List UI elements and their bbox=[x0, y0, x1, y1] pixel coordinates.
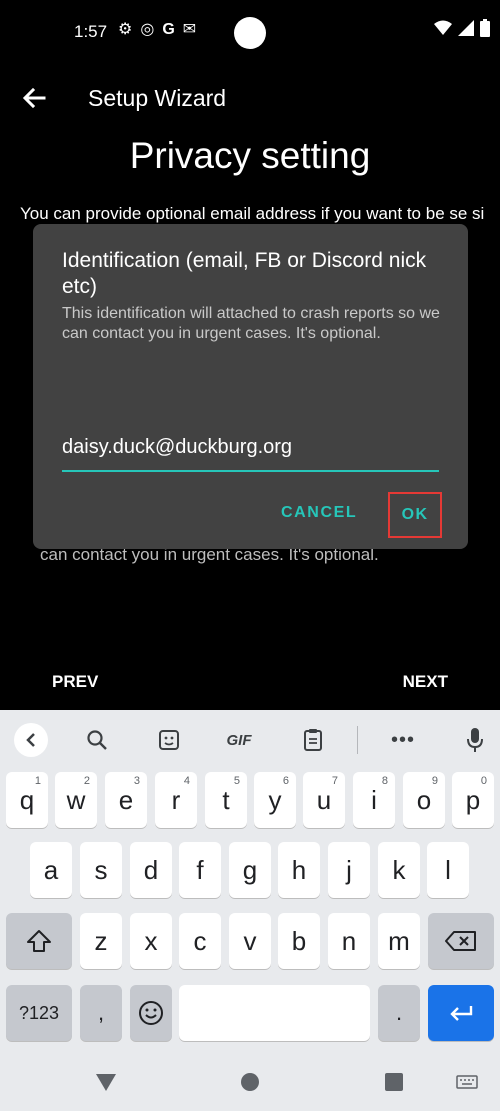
status-bar: 1:57 ⚙ ◎ G ✉ bbox=[0, 0, 500, 64]
emoji-key[interactable] bbox=[130, 985, 172, 1041]
status-system-icons bbox=[434, 19, 490, 37]
space-key[interactable] bbox=[179, 985, 370, 1041]
backspace-icon bbox=[445, 931, 476, 951]
key-x[interactable]: x bbox=[130, 913, 172, 969]
backspace-key[interactable] bbox=[428, 913, 494, 969]
google-icon: G bbox=[162, 21, 175, 38]
key-a[interactable]: a bbox=[30, 842, 72, 898]
key-y[interactable]: y6 bbox=[254, 772, 296, 828]
key-o[interactable]: o9 bbox=[403, 772, 445, 828]
soft-keyboard: GIF ••• q1 w2 e3 r4 t5 y6 u7 i8 o9 p0 a … bbox=[0, 710, 500, 1055]
shift-arrow-icon bbox=[27, 930, 51, 952]
key-l[interactable]: l bbox=[427, 842, 469, 898]
toolbar-divider bbox=[357, 726, 358, 754]
keyboard-voice-button[interactable] bbox=[458, 723, 492, 757]
nav-back-icon[interactable] bbox=[95, 1072, 117, 1092]
key-k[interactable]: k bbox=[378, 842, 420, 898]
key-q[interactable]: q1 bbox=[6, 772, 48, 828]
key-g[interactable]: g bbox=[229, 842, 271, 898]
gear-icon: ⚙ bbox=[118, 21, 133, 38]
prev-button[interactable]: PREV bbox=[52, 672, 98, 692]
gmail-icon: ✉ bbox=[182, 21, 197, 38]
identification-dialog: Identification (email, FB or Discord nic… bbox=[33, 224, 468, 549]
key-v[interactable]: v bbox=[229, 913, 271, 969]
keyboard-gif-button[interactable]: GIF bbox=[222, 723, 256, 757]
wifi-icon bbox=[434, 20, 452, 35]
key-b[interactable]: b bbox=[278, 913, 320, 969]
nav-recents-icon[interactable] bbox=[384, 1072, 404, 1092]
back-arrow-icon[interactable] bbox=[18, 82, 50, 114]
status-time: 1:57 bbox=[74, 22, 108, 41]
more-icon: ••• bbox=[390, 728, 415, 751]
signal-icon bbox=[458, 20, 474, 36]
key-j[interactable]: j bbox=[328, 842, 370, 898]
nav-home-icon[interactable] bbox=[240, 1072, 260, 1092]
battery-icon bbox=[480, 19, 490, 37]
keyboard-toolbar: GIF ••• bbox=[0, 710, 500, 768]
key-m[interactable]: m bbox=[378, 913, 420, 969]
key-d[interactable]: d bbox=[130, 842, 172, 898]
emoji-icon bbox=[139, 1001, 163, 1025]
key-p[interactable]: p0 bbox=[452, 772, 494, 828]
key-r[interactable]: r4 bbox=[155, 772, 197, 828]
key-z[interactable]: z bbox=[80, 913, 122, 969]
key-n[interactable]: n bbox=[328, 913, 370, 969]
enter-arrow-icon bbox=[450, 1006, 473, 1021]
camera-cutout bbox=[234, 17, 266, 49]
key-f[interactable]: f bbox=[179, 842, 221, 898]
key-e[interactable]: e3 bbox=[105, 772, 147, 828]
next-button[interactable]: NEXT bbox=[403, 672, 448, 692]
keyboard-sticker-button[interactable] bbox=[152, 723, 186, 757]
key-w[interactable]: w2 bbox=[55, 772, 97, 828]
key-h[interactable]: h bbox=[278, 842, 320, 898]
key-u[interactable]: u7 bbox=[303, 772, 345, 828]
key-s[interactable]: s bbox=[80, 842, 122, 898]
shift-key[interactable] bbox=[6, 913, 72, 969]
enter-key[interactable] bbox=[428, 985, 494, 1041]
key-t[interactable]: t5 bbox=[205, 772, 247, 828]
keyboard-search-button[interactable] bbox=[80, 723, 114, 757]
microphone-icon bbox=[467, 728, 483, 752]
intro-text: You can provide optional email address i… bbox=[20, 204, 485, 223]
symbols-key[interactable]: ?123 bbox=[6, 985, 72, 1041]
identification-input[interactable]: daisy.duck@duckburg.org bbox=[62, 436, 439, 472]
cancel-button[interactable]: CANCEL bbox=[281, 504, 357, 522]
keyboard-switch-icon[interactable] bbox=[456, 1075, 478, 1089]
keyboard-clipboard-button[interactable] bbox=[296, 723, 330, 757]
comma-key[interactable]: , bbox=[80, 985, 122, 1041]
keyboard-more-button[interactable]: ••• bbox=[386, 723, 420, 757]
dialog-message: This identification will attached to cra… bbox=[62, 305, 440, 342]
sticker-icon bbox=[159, 730, 179, 750]
system-nav-bar bbox=[0, 1055, 500, 1111]
app-bar-title: Setup Wizard bbox=[88, 85, 227, 111]
chevron-left-icon bbox=[26, 733, 35, 747]
key-i[interactable]: i8 bbox=[353, 772, 395, 828]
sync-icon: ◎ bbox=[140, 21, 155, 38]
keyboard-collapse-button[interactable] bbox=[14, 723, 48, 757]
search-icon bbox=[87, 730, 107, 750]
dialog-title: Identification (email, FB or Discord nic… bbox=[62, 249, 427, 298]
status-notification-icons: ⚙ ◎ G ✉ bbox=[118, 20, 196, 40]
page-title: Privacy setting bbox=[129, 135, 371, 176]
app-bar: Setup Wizard bbox=[0, 64, 500, 134]
key-c[interactable]: c bbox=[179, 913, 221, 969]
period-key[interactable]: . bbox=[378, 985, 420, 1041]
clipboard-icon bbox=[304, 729, 322, 751]
ok-button[interactable]: OK bbox=[388, 492, 442, 538]
